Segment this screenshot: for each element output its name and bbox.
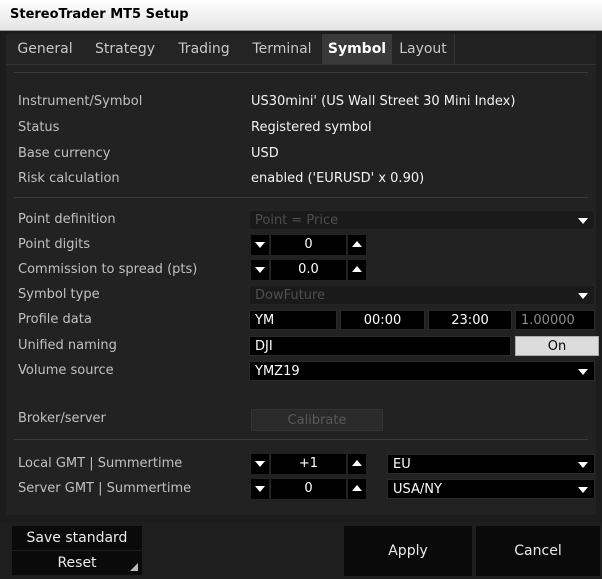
unified-naming-label: Unified naming (18, 338, 117, 353)
dropdown-corner-icon (130, 563, 138, 571)
reset-button[interactable]: Reset (12, 551, 142, 575)
symbol-type-dropdown[interactable]: DowFuture (249, 285, 595, 305)
instrument-label: Instrument/Symbol (18, 94, 143, 109)
volume-source-value: YMZ19 (255, 364, 300, 379)
point-definition-value: Point = Price (255, 213, 339, 228)
profile-start-input[interactable]: 00:00 (340, 310, 425, 330)
local-gmt-increment-button[interactable] (348, 454, 366, 474)
server-summertime-value: USA/NY (393, 482, 442, 497)
commission-increment-button[interactable] (348, 260, 366, 280)
symbol-type-label: Symbol type (18, 287, 100, 302)
unified-naming-toggle[interactable]: On (515, 336, 599, 356)
profile-code-value: YM (255, 313, 275, 328)
profile-end-input[interactable]: 23:00 (428, 310, 512, 330)
server-gmt-decrement-button[interactable] (251, 479, 269, 499)
point-digits-increment-button[interactable] (348, 235, 366, 255)
status-value: Registered symbol (251, 120, 372, 135)
chevron-down-icon (255, 242, 265, 248)
chevron-down-icon (255, 267, 265, 273)
point-digits-label: Point digits (18, 237, 91, 252)
apply-button[interactable]: Apply (344, 526, 472, 576)
instrument-value: US30mini' (US Wall Street 30 Mini Index) (251, 94, 516, 109)
volume-source-dropdown[interactable]: YMZ19 (249, 361, 595, 381)
save-standard-button[interactable]: Save standard (12, 526, 142, 550)
tab-layout[interactable]: Layout (392, 34, 455, 64)
tab-general[interactable]: General (6, 34, 85, 64)
divider (14, 72, 588, 73)
risk-calculation-label: Risk calculation (18, 171, 120, 186)
chevron-up-icon (352, 485, 362, 491)
commission-label: Commission to spread (pts) (18, 262, 198, 277)
unified-naming-value: DJI (255, 339, 273, 354)
unified-naming-input[interactable]: DJI (249, 336, 511, 356)
base-currency-value: USD (251, 146, 279, 161)
footer: Save standard Reset Apply Cancel (0, 522, 602, 579)
tab-symbol[interactable]: Symbol (322, 34, 393, 64)
broker-server-label: Broker/server (18, 411, 106, 426)
chevron-down-icon (255, 461, 265, 467)
chevron-down-icon (578, 487, 588, 493)
status-label: Status (18, 120, 60, 135)
local-gmt-offset[interactable]: +1 (271, 454, 346, 474)
point-definition-label: Point definition (18, 212, 116, 227)
tab-trading[interactable]: Trading (166, 34, 243, 64)
chevron-down-icon (578, 218, 588, 224)
base-currency-label: Base currency (18, 146, 111, 161)
symbol-type-value: DowFuture (255, 288, 325, 303)
local-summertime-value: EU (393, 457, 411, 472)
profile-data-label: Profile data (18, 312, 92, 327)
cancel-button[interactable]: Cancel (476, 526, 600, 576)
profile-factor-input[interactable]: 1.00000 (515, 310, 595, 330)
server-summertime-dropdown[interactable]: USA/NY (387, 479, 595, 499)
reset-label: Reset (57, 555, 97, 571)
commission-value[interactable]: 0.0 (271, 260, 346, 280)
calibrate-button[interactable]: Calibrate (251, 409, 383, 431)
window-title: StereoTrader MT5 Setup (10, 7, 189, 22)
commission-decrement-button[interactable] (251, 260, 269, 280)
title-bar: StereoTrader MT5 Setup (0, 0, 602, 31)
point-digits-decrement-button[interactable] (251, 235, 269, 255)
point-digits-value[interactable]: 0 (271, 235, 346, 255)
local-gmt-decrement-button[interactable] (251, 454, 269, 474)
chevron-down-icon (255, 486, 265, 492)
chevron-down-icon (578, 369, 588, 375)
symbol-settings-panel: Instrument/Symbol US30mini' (US Wall Str… (6, 64, 599, 515)
tab-bar: General Strategy Trading Terminal Symbol… (6, 34, 596, 64)
chevron-up-icon (352, 460, 362, 466)
tab-strategy[interactable]: Strategy (84, 34, 167, 64)
profile-code-input[interactable]: YM (249, 310, 337, 330)
chevron-down-icon (578, 462, 588, 468)
server-gmt-label: Server GMT | Summertime (18, 481, 192, 496)
server-gmt-increment-button[interactable] (348, 479, 366, 499)
tab-terminal[interactable]: Terminal (242, 34, 323, 64)
divider (14, 439, 588, 440)
risk-calculation-value: enabled ('EURUSD' x 0.90) (251, 171, 425, 186)
chevron-down-icon (578, 293, 588, 299)
server-gmt-offset[interactable]: 0 (271, 479, 346, 499)
profile-factor-value: 1.00000 (521, 313, 575, 328)
local-gmt-label: Local GMT | Summertime (18, 456, 183, 471)
chevron-up-icon (352, 266, 362, 272)
local-summertime-dropdown[interactable]: EU (387, 454, 595, 474)
divider (14, 197, 588, 198)
volume-source-label: Volume source (18, 363, 114, 378)
point-definition-dropdown[interactable]: Point = Price (249, 210, 595, 230)
chevron-up-icon (352, 241, 362, 247)
